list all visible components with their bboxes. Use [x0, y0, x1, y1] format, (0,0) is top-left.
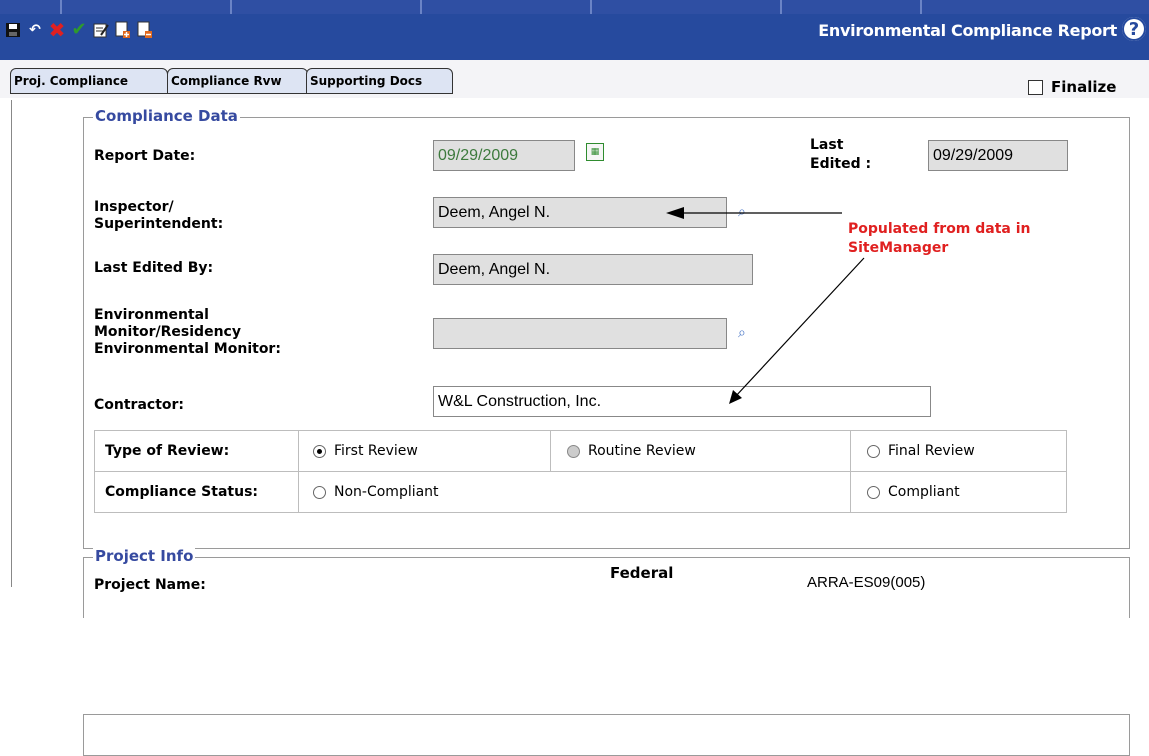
contractor-label: Contractor: — [94, 397, 185, 413]
first-review-radio[interactable] — [313, 444, 326, 458]
tab-compliance-rvw[interactable]: Compliance Rvw — [167, 68, 308, 94]
last-edited-label-line2: Edited : — [810, 156, 872, 172]
project-info-fieldset — [83, 557, 1130, 618]
compliance-status-row: Compliance Status: Non-Compliant Complia… — [94, 471, 1067, 513]
finalize-label: Finalize — [1051, 78, 1117, 96]
non-compliant-label: Non-Compliant — [334, 484, 439, 500]
strip-divider — [590, 0, 592, 14]
review-type-row: Type of Review: First Review Routine Rev… — [94, 430, 1067, 472]
delete-icon[interactable]: ✖ — [48, 20, 66, 40]
inspector-label-line2: Superintendent: — [94, 216, 224, 232]
last-edited-field[interactable]: 09/29/2009 — [928, 140, 1068, 171]
remove-page-icon[interactable] — [136, 20, 154, 40]
tab-supporting-docs[interactable]: Supporting Docs — [306, 68, 453, 94]
strip-divider — [780, 0, 782, 14]
last-edited-by-field[interactable]: Deem, Angel N. — [433, 254, 753, 285]
edit-icon[interactable] — [92, 20, 110, 40]
panel-left-border — [11, 100, 12, 587]
last-edited-label-line1: Last — [810, 137, 844, 153]
final-review-option[interactable]: Final Review — [850, 430, 1067, 472]
project-name-label: Project Name: — [94, 577, 206, 593]
spellcheck-icon[interactable]: ✔ — [70, 20, 88, 40]
federal-label: Federal — [610, 564, 674, 582]
calendar-icon[interactable]: ▦ — [586, 143, 604, 161]
strip-divider — [920, 0, 922, 14]
first-review-label: First Review — [334, 443, 418, 459]
project-info-legend: Project Info — [93, 547, 196, 565]
add-page-icon[interactable] — [114, 20, 132, 40]
contractor-field[interactable]: W&L Construction, Inc. — [433, 386, 931, 417]
inspector-field[interactable]: Deem, Angel N. — [433, 197, 727, 228]
report-date-label: Report Date: — [94, 148, 196, 164]
finalize-checkbox[interactable] — [1028, 79, 1043, 95]
compliance-status-label: Compliance Status: — [94, 471, 299, 513]
type-of-review-label: Type of Review: — [94, 430, 299, 472]
non-compliant-radio[interactable] — [313, 485, 326, 499]
annotation-note-line2: SiteManager — [848, 240, 949, 256]
env-monitor-label-line3: Environmental Monitor: — [94, 341, 281, 357]
non-compliant-option[interactable]: Non-Compliant — [298, 471, 851, 513]
compliance-data-legend: Compliance Data — [93, 107, 240, 125]
finalize-toggle[interactable]: Finalize — [1028, 78, 1116, 96]
final-review-radio[interactable] — [867, 444, 880, 458]
search-icon[interactable]: ⌕ — [738, 325, 752, 341]
tab-proj-compliance[interactable]: Proj. Compliance — [10, 68, 168, 94]
strip-divider — [230, 0, 232, 14]
routine-review-label: Routine Review — [588, 443, 696, 459]
help-icon[interactable]: ? — [1122, 17, 1146, 41]
annotation-note-line1: Populated from data in — [848, 221, 1031, 237]
first-review-option[interactable]: First Review — [298, 430, 551, 472]
report-date-field[interactable]: 09/29/2009 — [433, 140, 575, 171]
project-info-fieldset-bottom — [83, 714, 1130, 756]
last-edited-by-label: Last Edited By: — [94, 260, 214, 276]
routine-review-radio[interactable] — [567, 444, 580, 458]
compliant-radio[interactable] — [867, 485, 880, 499]
compliant-option[interactable]: Compliant — [850, 471, 1067, 513]
federal-value: ARRA-ES09(005) — [807, 574, 926, 591]
page-title: Environmental Compliance Report — [818, 21, 1117, 40]
compliant-label: Compliant — [888, 484, 960, 500]
env-monitor-field[interactable] — [433, 318, 727, 349]
search-icon[interactable]: ⌕ — [738, 204, 752, 220]
inspector-label-line1: Inspector/ — [94, 199, 174, 215]
undo-icon[interactable]: ↶ — [26, 20, 44, 40]
env-monitor-label-line1: Environmental — [94, 307, 209, 323]
strip-divider — [420, 0, 422, 14]
window-top-strip — [0, 0, 1149, 14]
strip-divider — [60, 0, 62, 14]
env-monitor-label-line2: Monitor/Residency — [94, 324, 241, 340]
routine-review-option[interactable]: Routine Review — [550, 430, 851, 472]
review-table: Type of Review: First Review Routine Rev… — [94, 430, 1067, 513]
final-review-label: Final Review — [888, 443, 975, 459]
save-icon[interactable] — [4, 20, 22, 40]
